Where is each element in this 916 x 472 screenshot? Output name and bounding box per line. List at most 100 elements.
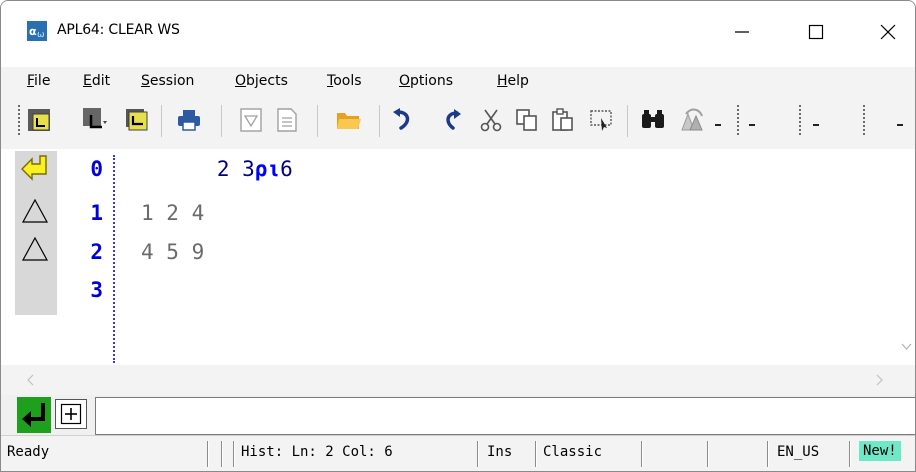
paste-icon (552, 108, 573, 131)
toolbar-overflow-3[interactable] (809, 105, 823, 135)
print-button[interactable] (175, 105, 203, 135)
command-input-field[interactable] (95, 397, 915, 435)
status-separator (207, 441, 209, 467)
line-number: 2 (90, 240, 103, 264)
menu-file-label: ile (34, 73, 51, 89)
menu-help[interactable]: Help (497, 73, 529, 89)
menu-session[interactable]: Session (141, 73, 194, 89)
toolbar-grip[interactable] (737, 105, 739, 135)
close-button[interactable] (857, 1, 915, 63)
line-number: 3 (90, 278, 103, 302)
close-icon (880, 24, 896, 40)
chevron-down-icon (749, 124, 755, 126)
menu-options[interactable]: Options (399, 73, 453, 89)
status-new-badge[interactable]: New! (859, 441, 901, 461)
copy-button[interactable] (513, 105, 541, 135)
line-number: 1 (90, 201, 103, 225)
line-number-divider (113, 155, 115, 363)
menu-file-accelerator: F (27, 73, 35, 89)
menu-options-accelerator: O (399, 73, 411, 89)
toolbar-grip[interactable] (799, 105, 801, 135)
toolbar-separator (317, 105, 318, 137)
find-next-icon (681, 108, 703, 131)
menu-tools-label: ools (333, 73, 362, 89)
paste-button[interactable] (549, 105, 577, 135)
menu-tools[interactable]: Tools (327, 73, 362, 89)
session-editor[interactable] (1, 151, 915, 365)
menu-edit-accelerator: E (83, 73, 92, 89)
screen-capture-button[interactable] (587, 105, 615, 135)
enter-button[interactable] (17, 397, 51, 433)
maximize-button[interactable] (785, 1, 847, 63)
toolbar-grip[interactable] (18, 105, 20, 135)
print-icon (178, 110, 200, 131)
menu-objects-label: bjects (246, 73, 288, 89)
object-icon (83, 108, 107, 129)
menu-objects-accelerator: O (235, 73, 247, 89)
minimize-button[interactable] (711, 1, 773, 63)
new-session-button[interactable] (25, 105, 53, 135)
window-title: APL64: CLEAR WS (57, 22, 180, 38)
menu-bar (1, 67, 915, 97)
toolbar-overflow-2[interactable] (745, 105, 759, 135)
toolbar-separator (161, 105, 162, 137)
toolbar-grip[interactable] (863, 105, 865, 135)
scroll-arrows-icon (27, 374, 883, 386)
menu-help-label: elp (507, 73, 529, 89)
status-separator (221, 441, 223, 467)
undo-icon (393, 108, 410, 130)
session-input-line[interactable]: 2 3ρι6 (141, 157, 293, 181)
status-separator (767, 441, 769, 467)
chevron-down-icon (897, 124, 903, 126)
menu-session-accelerator: S (141, 73, 150, 89)
session-output-line: 4 5 9 (141, 240, 205, 264)
enter-arrow-icon (22, 403, 45, 427)
find-next-button[interactable] (679, 105, 707, 135)
menu-file[interactable]: File (27, 73, 50, 89)
status-separator (535, 441, 537, 467)
expand-input-button[interactable] (55, 399, 87, 429)
svg-text:⍵: ⍵ (37, 30, 45, 40)
toolbar-separator (627, 105, 628, 137)
open-folder-icon (337, 113, 361, 129)
status-insert-mode[interactable]: Ins (487, 444, 512, 460)
menu-edit[interactable]: Edit (83, 73, 110, 89)
horizontal-scrollbar[interactable] (1, 365, 915, 395)
toolbar-overflow-4[interactable] (893, 105, 907, 135)
vertical-scrollbar[interactable] (896, 151, 915, 365)
menu-session-label: ession (149, 73, 195, 89)
cut-icon (480, 109, 502, 132)
document-button[interactable] (273, 105, 301, 135)
cut-button[interactable] (477, 105, 505, 135)
copy-window-icon (126, 109, 148, 131)
document-icon (277, 108, 297, 132)
menu-edit-label: dit (91, 73, 111, 89)
chevron-down-icon (715, 124, 721, 126)
redo-icon (446, 109, 461, 130)
open-folder-button[interactable] (335, 105, 363, 135)
line-number: 0 (90, 157, 103, 181)
menu-help-accelerator: H (497, 73, 508, 89)
status-keyboard-layout[interactable]: Classic (543, 444, 602, 460)
find-button[interactable] (639, 105, 667, 135)
apl-glyphs: ρι (254, 157, 281, 181)
plus-icon (60, 403, 82, 425)
status-locale: EN_US (777, 444, 820, 460)
copy-icon (516, 109, 537, 131)
toolbar-separator (379, 105, 380, 137)
svg-text:⍺: ⍺ (29, 25, 37, 38)
status-separator (707, 441, 709, 467)
filter-button[interactable] (237, 105, 265, 135)
copy-window-button[interactable] (123, 105, 151, 135)
menu-objects[interactable]: Objects (235, 73, 288, 89)
redo-button[interactable] (439, 105, 467, 135)
status-history-position: Hist: Ln: 2 Col: 6 (241, 444, 393, 460)
object-button[interactable] (81, 105, 109, 135)
chevron-down-icon (813, 124, 819, 126)
undo-button[interactable] (389, 105, 417, 135)
output-line-marker-icon (17, 233, 53, 265)
status-ready: Ready (7, 444, 50, 460)
scroll-down-icon (901, 343, 912, 350)
filter-icon (240, 108, 262, 132)
toolbar-overflow-1[interactable] (711, 105, 725, 135)
